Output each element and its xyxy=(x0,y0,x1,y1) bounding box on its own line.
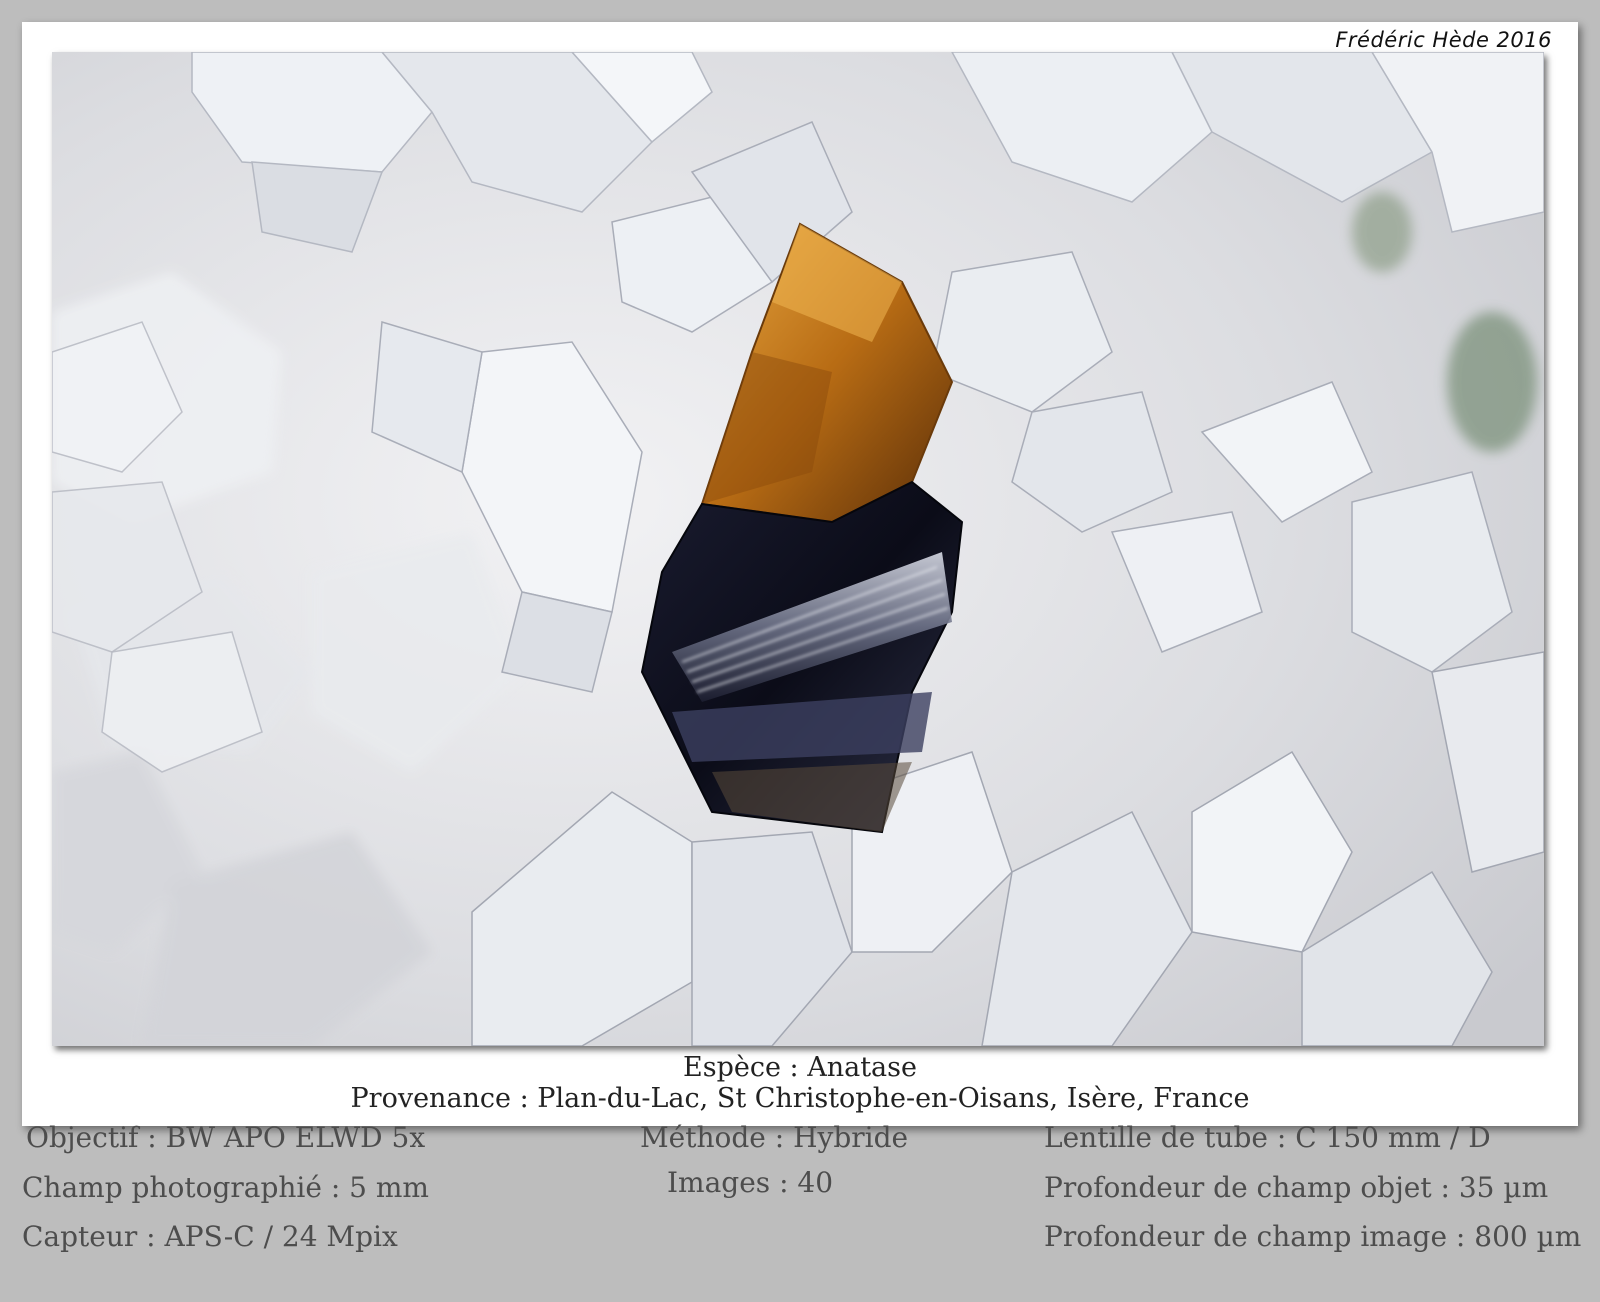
object-dof-detail: Profondeur de champ objet : 35 µm xyxy=(1044,1171,1549,1204)
method-detail: Méthode : Hybride xyxy=(640,1121,909,1154)
sensor-detail: Capteur : APS-C / 24 Mpix xyxy=(22,1220,398,1253)
tube-lens-detail: Lentille de tube : C 150 mm / D xyxy=(1044,1121,1491,1154)
caption: Espèce : Anatase Provenance : Plan-du-La… xyxy=(22,1052,1578,1114)
species-label: Espèce : Anatase xyxy=(683,1052,917,1083)
field-detail: Champ photographié : 5 mm xyxy=(22,1171,429,1204)
image-dof-detail: Profondeur de champ image : 800 µm xyxy=(1044,1220,1582,1253)
photographer-credit: Frédéric Hède 2016 xyxy=(1335,28,1552,52)
images-detail: Images : 40 xyxy=(667,1166,834,1199)
objective-detail: Objectif : BW APO ELWD 5x xyxy=(26,1121,426,1154)
origin-label: Provenance : Plan-du-Lac, St Christophe-… xyxy=(350,1083,1250,1114)
mineral-photograph xyxy=(52,52,1544,1046)
